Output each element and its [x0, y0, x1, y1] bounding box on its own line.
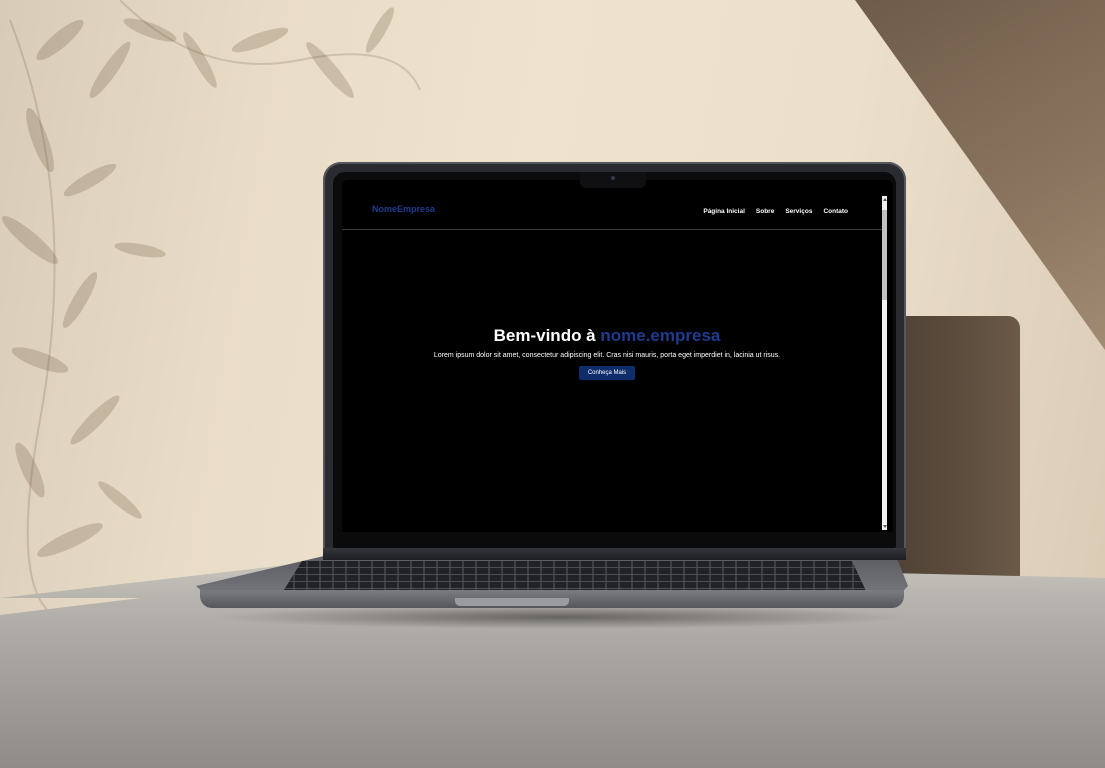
site-logo[interactable]: NomeEmpresa — [372, 204, 435, 214]
photo-scene: NomeEmpresa Página Inicial Sobre Serviço… — [0, 0, 1105, 768]
keyboard-rows — [282, 561, 867, 593]
scroll-down-arrow-icon[interactable] — [882, 525, 887, 528]
laptop-shadow — [210, 605, 910, 629]
camera-notch — [580, 172, 646, 188]
vertical-scrollbar[interactable] — [882, 196, 887, 530]
nav-link-services[interactable]: Serviços — [785, 208, 812, 215]
scroll-thumb[interactable] — [882, 210, 887, 300]
website-screen: NomeEmpresa Página Inicial Sobre Serviço… — [342, 180, 893, 532]
trackpad-lip — [455, 598, 569, 606]
hero-title-accent: nome.empresa — [600, 326, 721, 345]
nav-link-contact[interactable]: Contato — [823, 208, 848, 215]
camera-icon — [611, 176, 615, 180]
hero-description: Lorem ipsum dolor sit amet, consectetur … — [433, 352, 781, 359]
nav-link-home[interactable]: Página Inicial — [703, 208, 745, 215]
scroll-up-arrow-icon[interactable] — [882, 198, 887, 201]
hero-title: Bem-vindo à nome.empresa — [342, 326, 872, 346]
learn-more-button[interactable]: Conheça Mais — [578, 366, 636, 380]
site-nav: Página Inicial Sobre Serviços Contato — [703, 208, 848, 215]
laptop-hinge — [323, 548, 906, 560]
nav-link-about[interactable]: Sobre — [756, 208, 774, 215]
hero-section: Bem-vindo à nome.empresa Lorem ipsum dol… — [342, 326, 872, 380]
hero-title-prefix: Bem-vindo à — [493, 326, 601, 345]
